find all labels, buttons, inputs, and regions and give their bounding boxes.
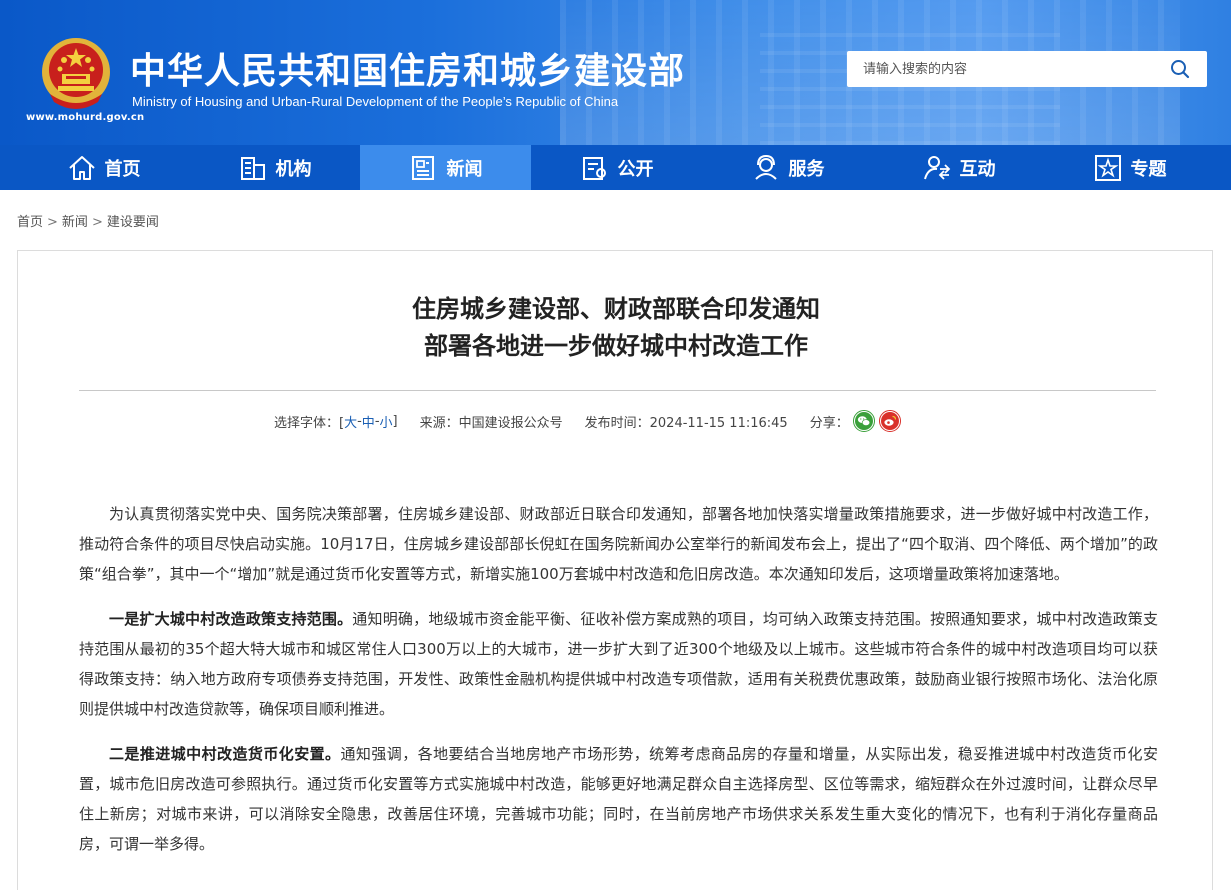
nav-label: 机构 [275,158,312,180]
national-emblem-icon [42,38,110,109]
font-size-close: ] [392,413,398,429]
breadcrumb-construction-news[interactable]: 建设要闻 [107,215,159,230]
font-large-button[interactable]: 大 [344,412,357,431]
wechat-icon [854,412,873,430]
share-label: 分享： [809,415,849,431]
article-paragraph: 二是推进城中村改造货币化安置。通知强调，各地要结合当地房地产市场形势，统筹考虑商… [79,739,1158,859]
publish-time: 发布时间：2024-11-15 11:16:45 [584,415,788,431]
article-title: 住房城乡建设部、财政部联合印发通知 部署各地进一步做好城中村改造工作 [18,291,1214,365]
font-small-button[interactable]: 小 [380,412,393,431]
breadcrumb: 首页 > 新闻 > 建设要闻 [17,211,159,230]
site-header: www.mohurd.gov.cn 中华人民共和国住房和城乡建设部 Minist… [0,0,1231,145]
breadcrumb-news[interactable]: 新闻 [62,215,88,230]
title-divider [79,390,1156,391]
article-paragraph: 为认真贯彻落实党中央、国务院决策部署，住房城乡建设部、财政部近日联合印发通知，部… [79,499,1158,589]
font-medium-button[interactable]: 中 [362,412,375,431]
weibo-share-button[interactable] [878,410,901,432]
paragraph-lead: 二是推进城中村改造货币化安置。 [109,745,341,763]
paragraph-text: 为认真贯彻落实党中央、国务院决策部署，住房城乡建设部、财政部近日联合印发通知，部… [79,505,1158,583]
weibo-icon [880,412,899,430]
search-input[interactable] [847,52,1157,86]
nav-label: 专题 [1130,158,1167,180]
article-source: 来源：中国建设报公众号 [419,415,563,431]
interaction-icon [923,155,950,180]
search-button[interactable] [1157,51,1203,87]
article-title-line1: 住房城乡建设部、财政部联合印发通知 [412,295,820,323]
home-icon [68,155,95,180]
nav-label: 新闻 [446,158,483,180]
news-icon [411,155,434,180]
site-title: 中华人民共和国住房和城乡建设部 [130,51,686,92]
nav-label: 公开 [617,158,654,180]
nav-item-organization[interactable]: 机构 [189,145,360,190]
nav-item-interaction[interactable]: 互动 [873,145,1044,190]
site-url: www.mohurd.gov.cn [26,112,145,123]
breadcrumb-separator: > [47,215,58,230]
nav-item-home[interactable]: 首页 [18,145,189,190]
nav-label: 服务 [788,158,825,180]
search-box [847,51,1207,87]
star-icon [1094,154,1121,181]
main-nav: 首页 机构 新闻 公开 服务 互动 专题 [0,145,1231,190]
nav-item-news[interactable]: 新闻 [360,145,531,190]
building-icon [240,156,265,180]
nav-item-topics[interactable]: 专题 [1044,145,1215,190]
breadcrumb-home[interactable]: 首页 [17,215,43,230]
article-body: 为认真贯彻落实党中央、国务院决策部署，住房城乡建设部、财政部近日联合印发通知，部… [79,499,1158,874]
wechat-share-button[interactable] [852,410,875,432]
article-paragraph: 一是扩大城中村改造政策支持范围。通知明确，地级城市资金能平衡、征收补偿方案成熟的… [79,604,1158,724]
paragraph-lead: 一是扩大城中村改造政策支持范围。 [109,610,353,628]
article-title-line2: 部署各地进一步做好城中村改造工作 [424,332,808,360]
nav-item-public[interactable]: 公开 [531,145,702,190]
nav-item-service[interactable]: 服务 [702,145,873,190]
article-meta: 选择字体：[ 大 - 中 - 小 ] 来源：中国建设报公众号 发布时间：2024… [274,410,901,432]
font-size-label: 选择字体：[ [274,415,345,431]
article-panel: 住房城乡建设部、财政部联合印发通知 部署各地进一步做好城中村改造工作 选择字体：… [17,250,1213,890]
document-icon [582,156,606,180]
search-icon [1171,60,1190,79]
service-icon [754,154,777,180]
breadcrumb-separator: > [91,215,103,230]
site-subtitle: Ministry of Housing and Urban-Rural Deve… [132,94,619,109]
nav-label: 互动 [959,158,996,180]
nav-label: 首页 [104,158,141,180]
